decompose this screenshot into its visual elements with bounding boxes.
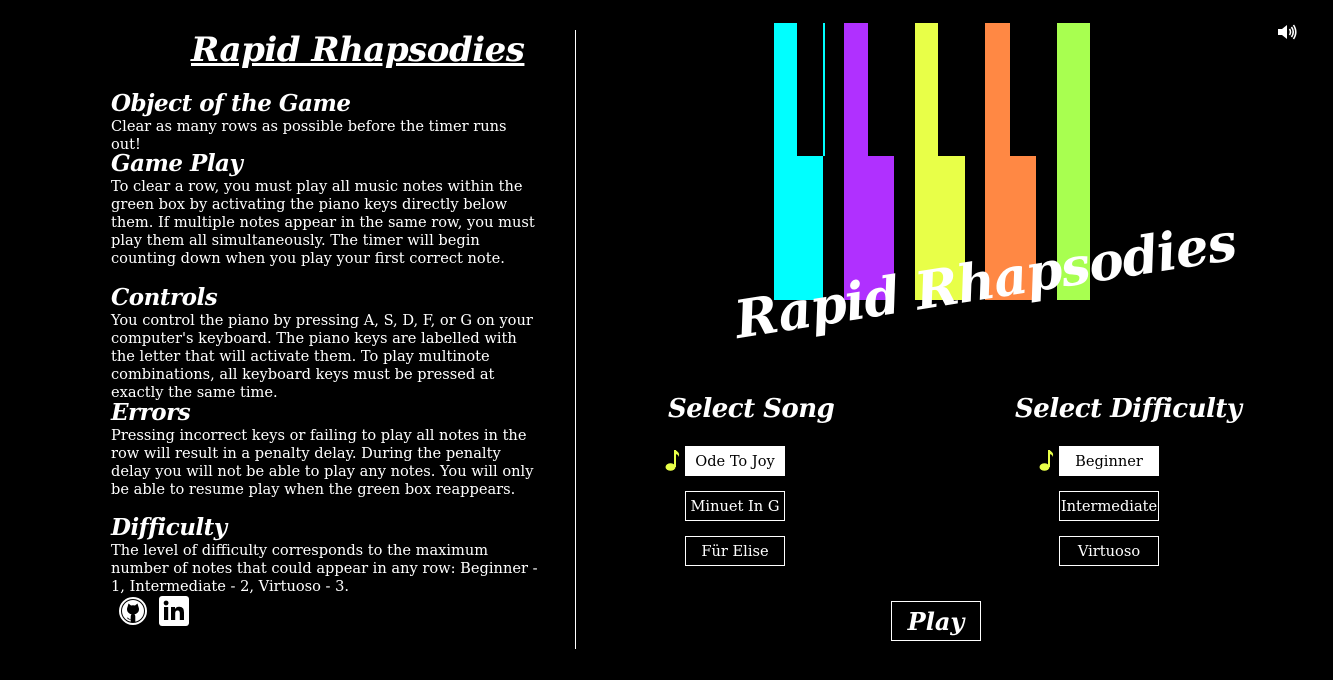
instructions-title: Rapid Rhapsodies	[191, 30, 525, 70]
music-note-icon	[1039, 450, 1054, 471]
music-note-icon	[665, 450, 680, 471]
section-heading: Game Play	[111, 150, 243, 177]
section-object: Object of the Game Clear as many rows as…	[111, 90, 541, 154]
logo-black-key	[1010, 23, 1036, 156]
select-song-heading: Select Song	[668, 394, 835, 424]
song-option-fur-elise[interactable]: Für Elise	[685, 536, 785, 566]
select-difficulty-heading: Select Difficulty	[1015, 394, 1242, 424]
logo-black-key	[868, 23, 894, 156]
logo-black-key	[797, 23, 823, 156]
linkedin-icon[interactable]	[159, 596, 189, 626]
song-option-ode-to-joy[interactable]: Ode To Joy	[685, 446, 785, 476]
section-errors: Errors Pressing incorrect keys or failin…	[111, 399, 541, 499]
section-body: The level of difficulty corresponds to t…	[111, 542, 538, 595]
section-difficulty: Difficulty The level of difficulty corre…	[111, 514, 541, 596]
play-button[interactable]: Play	[891, 601, 981, 641]
section-game-play: Game Play To clear a row, you must play …	[111, 150, 541, 268]
section-controls: Controls You control the piano by pressi…	[111, 284, 541, 402]
song-option-minuet-in-g[interactable]: Minuet In G	[685, 491, 785, 521]
difficulty-option-beginner[interactable]: Beginner	[1059, 446, 1159, 476]
section-heading: Controls	[111, 284, 218, 311]
section-heading: Errors	[111, 399, 191, 426]
section-body: You control the piano by pressing A, S, …	[111, 312, 533, 401]
logo-black-key	[938, 23, 965, 156]
github-icon[interactable]	[118, 596, 148, 626]
speaker-volume-icon[interactable]	[1276, 22, 1298, 42]
difficulty-option-virtuoso[interactable]: Virtuoso	[1059, 536, 1159, 566]
section-heading: Difficulty	[111, 514, 227, 541]
section-body: Clear as many rows as possible before th…	[111, 118, 507, 153]
section-heading: Object of the Game	[111, 90, 351, 117]
difficulty-option-intermediate[interactable]: Intermediate	[1059, 491, 1159, 521]
section-body: To clear a row, you must play all music …	[111, 178, 535, 267]
section-body: Pressing incorrect keys or failing to pl…	[111, 427, 534, 498]
panel-divider	[575, 30, 576, 649]
